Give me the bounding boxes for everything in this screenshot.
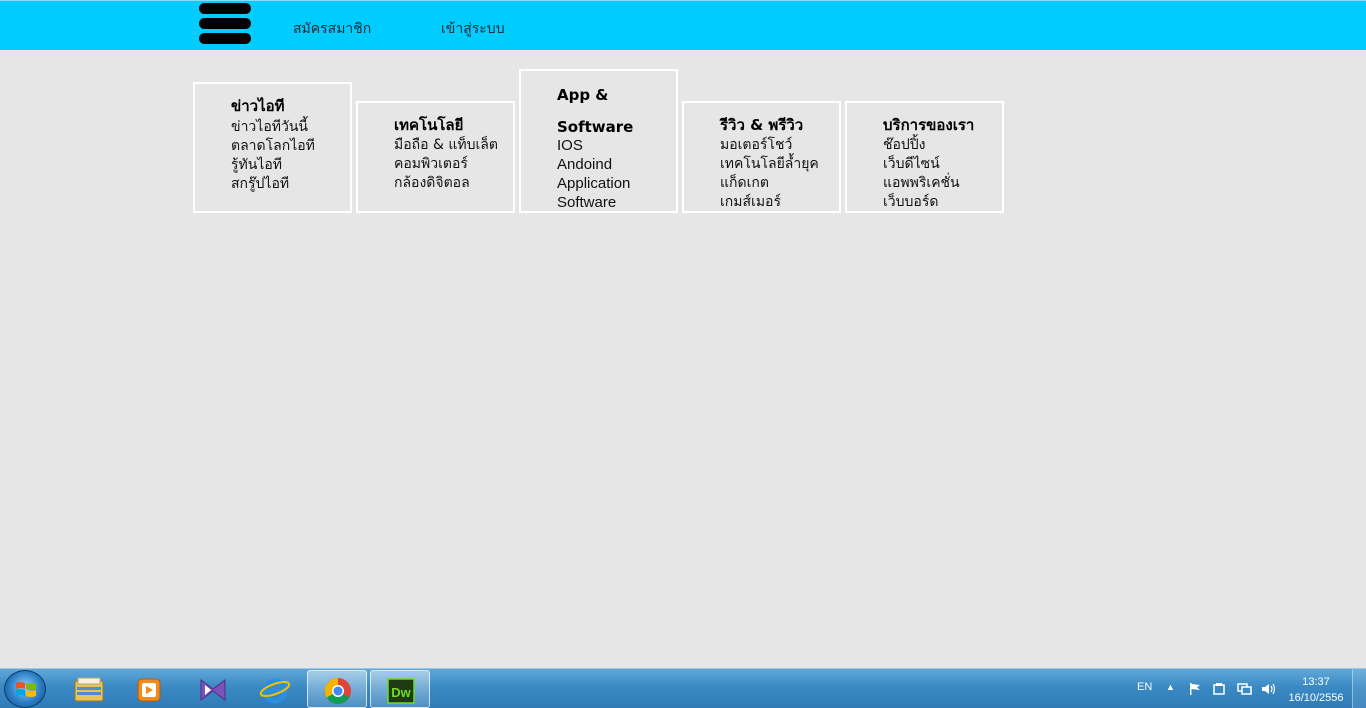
category-item[interactable]: รู้ทันไอที [231,156,315,175]
volume-icon[interactable] [1261,681,1277,700]
category-item[interactable]: กล้องดิจิตอล [394,174,498,193]
system-clock[interactable]: 13:37 16/10/2556 [1284,674,1348,706]
taskbar: Dw EN ▲ 13:37 16/10/2556 [0,668,1366,708]
category-item[interactable]: ตลาดโลกไอที [231,137,315,156]
show-hidden-icons-icon[interactable]: ▲ [1166,682,1175,708]
category-item[interactable]: IOS [557,136,630,155]
visual-studio-icon[interactable] [183,670,243,708]
category-card-technology: เทคโนโลยี มือถือ & แท็บเล็ต คอมพิวเตอร์ … [356,101,515,213]
category-item[interactable]: ช๊อปปิ้ง [883,136,960,155]
category-card-app-software: App & Software IOS Andoind Application S… [519,69,678,213]
category-item[interactable]: มือถือ & แท็บเล็ต [394,136,498,155]
category-item[interactable]: แอพพริเคชั่น [883,174,960,193]
register-link[interactable]: สมัครสมาชิก [293,18,371,40]
category-item[interactable]: มอเตอร์โชว์ [720,136,819,155]
category-item[interactable]: เว็บดีไซน์ [883,155,960,174]
language-indicator[interactable]: EN [1137,681,1152,708]
chrome-icon[interactable] [307,670,367,708]
category-item[interactable]: ข่าวไอทีวันนี้ [231,118,315,137]
dreamweaver-icon[interactable]: Dw [370,670,430,708]
top-navbar: สมัครสมาชิก เข้าสู่ระบบ [0,0,1366,50]
category-title[interactable]: บริการของเรา [883,113,974,137]
category-item[interactable]: เกมส์เมอร์ [720,193,819,212]
device-icon[interactable] [1212,681,1226,700]
category-card-it-news: ข่าวไอที ข่าวไอทีวันนี้ ตลาดโลกไอที รู้ท… [193,82,352,213]
category-list: มอเตอร์โชว์ เทคโนโลยีล้ำยุค แก็ดเกต เกมส… [720,136,819,212]
clock-time: 13:37 [1302,676,1330,688]
category-list: ข่าวไอทีวันนี้ ตลาดโลกไอที รู้ทันไอที สก… [231,118,315,194]
category-item[interactable]: เว็บบอร์ด [883,193,960,212]
category-item[interactable]: Application [557,174,630,193]
windows-start-icon[interactable] [4,670,46,708]
category-item[interactable]: Andoind [557,155,630,174]
stack-menu-icon[interactable] [199,3,251,45]
category-item[interactable]: สกรู๊ปไอที [231,175,315,194]
svg-text:Dw: Dw [391,685,411,700]
login-link[interactable]: เข้าสู่ระบบ [441,18,505,40]
clock-date: 16/10/2556 [1288,692,1344,704]
media-player-icon[interactable] [119,670,179,708]
action-center-flag-icon[interactable] [1188,681,1202,700]
category-item[interactable]: คอมพิวเตอร์ [394,155,498,174]
show-desktop-button[interactable] [1352,669,1366,708]
category-item[interactable]: แก็ดเกต [720,174,819,193]
category-title[interactable]: ข่าวไอที [231,94,285,118]
network-icon[interactable] [1237,681,1253,700]
explorer-icon[interactable] [59,670,119,708]
category-card-services: บริการของเรา ช๊อปปิ้ง เว็บดีไซน์ แอพพริเ… [845,101,1004,213]
category-list: IOS Andoind Application Software [557,136,630,212]
category-list: ช๊อปปิ้ง เว็บดีไซน์ แอพพริเคชั่น เว็บบอร… [883,136,960,212]
category-title[interactable]: App & Software [557,79,657,143]
category-list: มือถือ & แท็บเล็ต คอมพิวเตอร์ กล้องดิจิต… [394,136,498,193]
category-item[interactable]: Software [557,193,630,212]
internet-explorer-icon[interactable] [245,670,305,708]
category-title[interactable]: รีวิว & พรีวิว [720,113,803,137]
category-title[interactable]: เทคโนโลยี [394,113,463,137]
category-item[interactable]: เทคโนโลยีล้ำยุค [720,155,819,174]
category-card-review: รีวิว & พรีวิว มอเตอร์โชว์ เทคโนโลยีล้ำย… [682,101,841,213]
